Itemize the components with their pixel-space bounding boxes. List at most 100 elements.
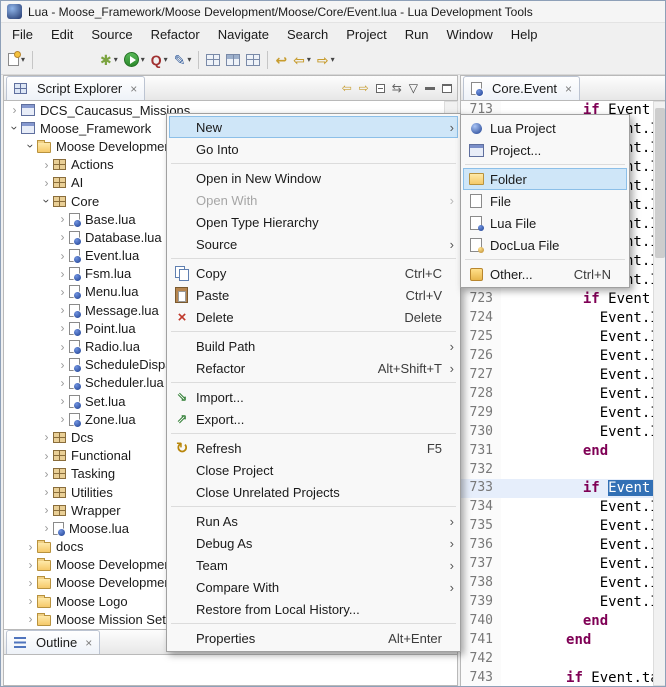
- expand-arrow-icon[interactable]: ›: [56, 249, 69, 263]
- code-line-734[interactable]: 734 Event.I: [461, 498, 653, 517]
- menubar-refactor[interactable]: Refactor: [142, 25, 209, 44]
- dropdown-caret-icon[interactable]: ▾: [307, 55, 311, 64]
- context-menu-item-build-path[interactable]: Build Path›: [169, 335, 458, 357]
- expand-arrow-icon[interactable]: ›: [24, 540, 37, 554]
- minimize-icon[interactable]: [425, 87, 435, 90]
- run-button[interactable]: ▾: [121, 48, 148, 72]
- code-line-727[interactable]: 727 Event.I: [461, 366, 653, 385]
- external-tools-button[interactable]: ✎▾: [171, 48, 195, 72]
- debug-button[interactable]: ✱▾: [97, 48, 121, 72]
- context-menu-item-source[interactable]: Source›: [169, 233, 458, 255]
- expand-arrow-icon[interactable]: ›: [56, 376, 69, 390]
- context-menu-item-properties[interactable]: PropertiesAlt+Enter: [169, 627, 458, 649]
- new-submenu-item-other[interactable]: Other...Ctrl+N: [463, 263, 627, 285]
- close-icon[interactable]: ×: [565, 82, 572, 96]
- mark-occurrences-button[interactable]: [243, 48, 263, 72]
- view-menu-icon[interactable]: ▽: [409, 82, 418, 94]
- menubar-help[interactable]: Help: [502, 25, 547, 44]
- menubar-file[interactable]: File: [3, 25, 42, 44]
- collapse-arrow-icon[interactable]: ›: [40, 195, 54, 208]
- tab-script-explorer[interactable]: Script Explorer ×: [6, 76, 145, 100]
- code-line-743[interactable]: 743 if Event.ta: [461, 669, 653, 686]
- menubar-edit[interactable]: Edit: [42, 25, 82, 44]
- expand-arrow-icon[interactable]: ›: [24, 576, 37, 590]
- code-line-735[interactable]: 735 Event.I: [461, 517, 653, 536]
- expand-arrow-icon[interactable]: ›: [24, 612, 37, 626]
- expand-arrow-icon[interactable]: ›: [40, 176, 53, 190]
- expand-arrow-icon[interactable]: ›: [56, 340, 69, 354]
- code-line-724[interactable]: 724 Event.I: [461, 309, 653, 328]
- code-line-726[interactable]: 726 Event.I: [461, 347, 653, 366]
- code-line-738[interactable]: 738 Event.I: [461, 574, 653, 593]
- coverage-button[interactable]: Q▾: [148, 48, 171, 72]
- expand-arrow-icon[interactable]: ›: [40, 158, 53, 172]
- new-submenu-item-file[interactable]: File: [463, 190, 627, 212]
- last-edit-location-button[interactable]: ↩: [272, 48, 290, 72]
- expand-arrow-icon[interactable]: ›: [56, 267, 69, 281]
- code-line-732[interactable]: 732: [461, 461, 653, 480]
- context-menu-item-copy[interactable]: CopyCtrl+C: [169, 262, 458, 284]
- code-line-731[interactable]: 731 end: [461, 442, 653, 461]
- context-menu-item-close-project[interactable]: Close Project: [169, 459, 458, 481]
- expand-arrow-icon[interactable]: ›: [56, 230, 69, 244]
- expand-arrow-icon[interactable]: ›: [40, 430, 53, 444]
- close-icon[interactable]: ×: [130, 82, 137, 96]
- expand-arrow-icon[interactable]: ›: [40, 485, 53, 499]
- collapse-arrow-icon[interactable]: ›: [8, 122, 22, 135]
- context-menu-item-open-type-hierarchy[interactable]: Open Type Hierarchy: [169, 211, 458, 233]
- new-submenu-item-lua-file[interactable]: Lua File: [463, 212, 627, 234]
- code-line-733[interactable]: 733 if Event.I: [461, 479, 653, 498]
- expand-arrow-icon[interactable]: ›: [40, 521, 53, 535]
- code-line-742[interactable]: 742: [461, 650, 653, 669]
- new-submenu-item-lua-project[interactable]: Lua Project: [463, 117, 627, 139]
- context-menu-item-refactor[interactable]: RefactorAlt+Shift+T›: [169, 357, 458, 379]
- menubar-source[interactable]: Source: [82, 25, 141, 44]
- back-icon[interactable]: ⇦: [342, 82, 352, 94]
- code-line-729[interactable]: 729 Event.I: [461, 404, 653, 423]
- expand-arrow-icon[interactable]: ›: [40, 467, 53, 481]
- expand-arrow-icon[interactable]: ›: [56, 285, 69, 299]
- context-menu-item-open-in-new-window[interactable]: Open in New Window: [169, 167, 458, 189]
- code-line-725[interactable]: 725 Event.I: [461, 328, 653, 347]
- dropdown-caret-icon[interactable]: ▾: [164, 55, 168, 64]
- forward-icon[interactable]: ⇨: [359, 82, 369, 94]
- tab-core-event[interactable]: Core.Event ×: [463, 76, 580, 100]
- expand-arrow-icon[interactable]: ›: [24, 594, 37, 608]
- dropdown-caret-icon[interactable]: ▾: [187, 55, 191, 64]
- menubar-project[interactable]: Project: [337, 25, 395, 44]
- context-menu-item-refresh[interactable]: ↻RefreshF5: [169, 437, 458, 459]
- back-button[interactable]: ⇦▾: [290, 48, 314, 72]
- expand-arrow-icon[interactable]: ›: [8, 103, 21, 117]
- code-line-736[interactable]: 736 Event.I: [461, 536, 653, 555]
- code-line-737[interactable]: 737 Event.I: [461, 555, 653, 574]
- new-submenu-item-project[interactable]: Project...: [463, 139, 627, 161]
- link-with-editor-icon[interactable]: ⇆: [392, 82, 402, 94]
- tab-outline[interactable]: Outline ×: [6, 630, 100, 654]
- context-menu-item-new[interactable]: New›: [169, 116, 458, 138]
- menubar-navigate[interactable]: Navigate: [209, 25, 278, 44]
- close-icon[interactable]: ×: [85, 636, 92, 650]
- dropdown-caret-icon[interactable]: ▾: [21, 55, 25, 64]
- expand-arrow-icon[interactable]: ›: [56, 212, 69, 226]
- menubar-search[interactable]: Search: [278, 25, 337, 44]
- collapse-all-icon[interactable]: [376, 84, 385, 93]
- code-line-728[interactable]: 728 Event.I: [461, 385, 653, 404]
- expand-arrow-icon[interactable]: ›: [56, 303, 69, 317]
- editor-scrollbar[interactable]: [653, 101, 666, 686]
- expand-arrow-icon[interactable]: ›: [56, 321, 69, 335]
- context-menu-item-go-into[interactable]: Go Into: [169, 138, 458, 160]
- context-menu-item-delete[interactable]: ×DeleteDelete: [169, 306, 458, 328]
- expand-arrow-icon[interactable]: ›: [56, 358, 69, 372]
- collapse-arrow-icon[interactable]: ›: [24, 140, 38, 153]
- expand-arrow-icon[interactable]: ›: [40, 449, 53, 463]
- new-wizard-button[interactable]: ▾: [5, 48, 28, 72]
- context-menu-item-import[interactable]: ⇘Import...: [169, 386, 458, 408]
- new-submenu-item-doclua-file[interactable]: DocLua File: [463, 234, 627, 256]
- context-menu-item-team[interactable]: Team›: [169, 554, 458, 576]
- context-menu-item-restore-from-local-history[interactable]: Restore from Local History...: [169, 598, 458, 620]
- open-type-button[interactable]: [203, 48, 223, 72]
- context-menu-item-close-unrelated-projects[interactable]: Close Unrelated Projects: [169, 481, 458, 503]
- dropdown-caret-icon[interactable]: ▾: [331, 55, 335, 64]
- expand-arrow-icon[interactable]: ›: [56, 394, 69, 408]
- maximize-icon[interactable]: [442, 84, 452, 93]
